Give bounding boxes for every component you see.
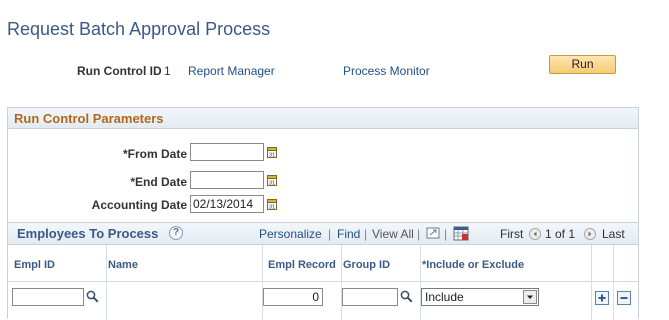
- toolbar-separator: |: [328, 227, 332, 241]
- include-or-exclude-select[interactable]: Include: [421, 288, 539, 306]
- magnifier-lookup-icon[interactable]: [400, 290, 413, 303]
- grid-title: Employees To Process: [17, 226, 159, 241]
- run-button[interactable]: Run: [549, 55, 616, 74]
- next-row-icon[interactable]: [584, 228, 596, 240]
- svg-text:31: 31: [269, 153, 275, 159]
- toolbar-separator: |: [417, 227, 421, 241]
- column-header-empl-id[interactable]: Empl ID: [14, 259, 55, 271]
- calendar-icon[interactable]: 31: [267, 146, 277, 158]
- add-row-button[interactable]: [595, 291, 609, 305]
- process-monitor-link[interactable]: Process Monitor: [343, 64, 430, 78]
- column-divider: [262, 245, 263, 320]
- find-link[interactable]: Find: [337, 227, 360, 241]
- column-header-group-id[interactable]: Group ID: [343, 259, 390, 271]
- chevron-down-icon[interactable]: [523, 290, 537, 304]
- column-header-include-or-exclude[interactable]: *Include or Exclude: [422, 259, 524, 271]
- include-or-exclude-value: Include: [425, 290, 464, 304]
- download-grid-icon[interactable]: [453, 226, 469, 241]
- view-all-link[interactable]: View All: [372, 227, 414, 241]
- empl-id-input[interactable]: [12, 288, 84, 306]
- delete-row-button[interactable]: [617, 291, 631, 305]
- from-date-input[interactable]: [190, 143, 264, 161]
- column-header-name[interactable]: Name: [108, 259, 138, 271]
- help-icon[interactable]: ?: [169, 226, 183, 240]
- grid-title-bar: Employees To Process ? Personalize | Fin…: [8, 223, 638, 245]
- calendar-icon[interactable]: 31: [267, 198, 277, 210]
- toolbar-separator: |: [444, 227, 448, 241]
- first-label: First: [500, 227, 524, 241]
- section-header: Run Control Parameters: [8, 108, 638, 129]
- plus-icon: [598, 294, 606, 302]
- accounting-date-label: Accounting Date: [91, 198, 187, 212]
- svg-text:31: 31: [269, 181, 275, 187]
- accounting-date-input[interactable]: [190, 195, 264, 213]
- employees-grid: Employees To Process ? Personalize | Fin…: [7, 222, 639, 320]
- magnifier-lookup-icon[interactable]: [86, 290, 99, 303]
- minus-icon: [620, 297, 628, 299]
- zoom-icon[interactable]: [426, 226, 441, 240]
- run-control-id-value: 1: [164, 64, 171, 78]
- svg-text:31: 31: [269, 205, 275, 211]
- grid-header-row: Empl ID Name Empl Record Group ID *Inclu…: [8, 245, 638, 282]
- run-control-id-label: Run Control ID: [77, 64, 162, 78]
- end-date-input[interactable]: [190, 171, 264, 189]
- end-date-label: *End Date: [130, 175, 187, 189]
- group-id-input[interactable]: [342, 288, 398, 306]
- column-header-empl-record[interactable]: Empl Record: [268, 259, 336, 271]
- from-date-label: *From Date: [122, 147, 187, 161]
- last-label: Last: [602, 227, 625, 241]
- row-range: 1 of 1: [545, 227, 576, 241]
- column-divider: [591, 245, 592, 320]
- column-divider: [613, 245, 614, 320]
- column-divider: [106, 245, 107, 320]
- column-divider: [420, 245, 421, 320]
- empl-record-input[interactable]: [263, 288, 323, 306]
- calendar-icon[interactable]: 31: [267, 174, 277, 186]
- toolbar-separator: |: [364, 227, 368, 241]
- column-divider: [341, 245, 342, 320]
- section-title: Run Control Parameters: [14, 111, 164, 126]
- page-title: Request Batch Approval Process: [7, 19, 271, 39]
- report-manager-link[interactable]: Report Manager: [188, 64, 275, 78]
- personalize-link[interactable]: Personalize: [259, 227, 322, 241]
- previous-row-icon[interactable]: [529, 228, 541, 240]
